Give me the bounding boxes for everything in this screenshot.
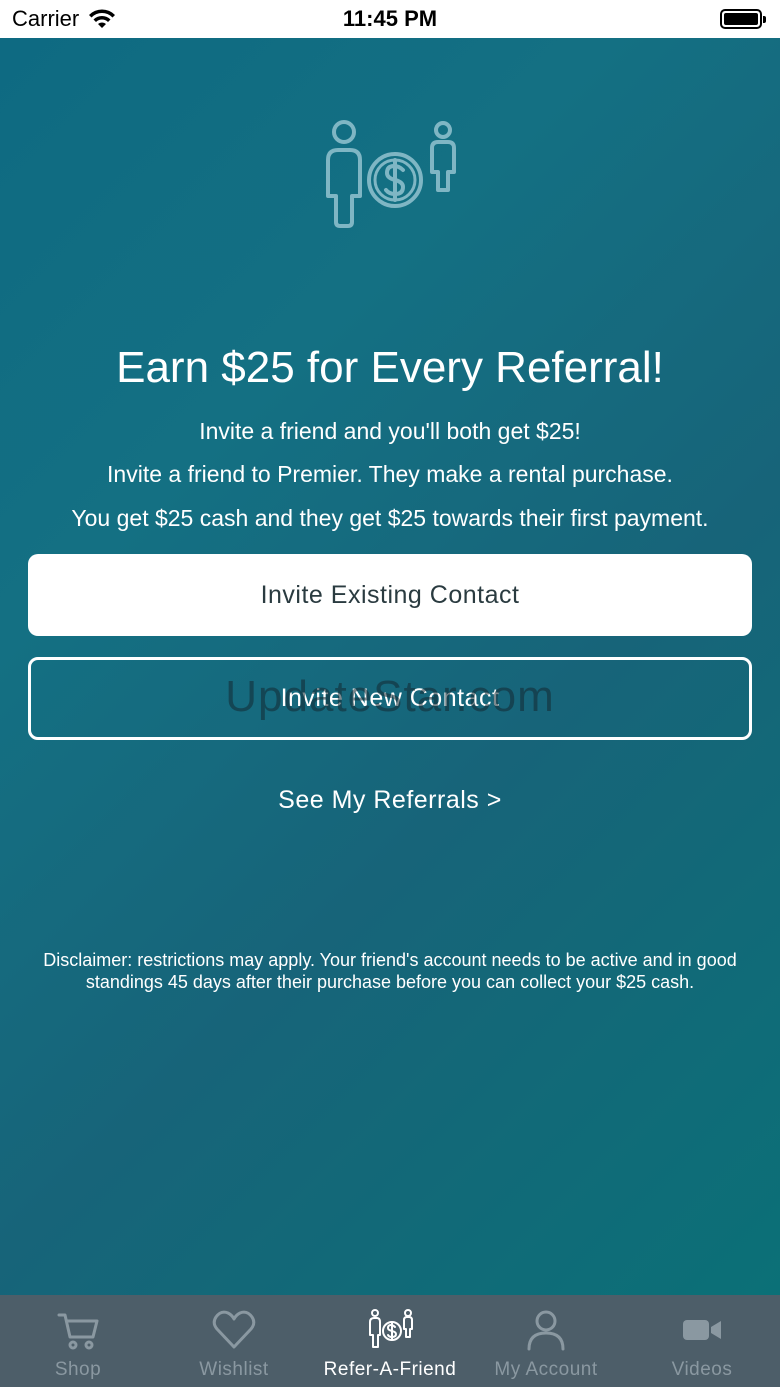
disclaimer-text: Disclaimer: restrictions may apply. Your… (43, 950, 737, 992)
carrier-label: Carrier (12, 6, 80, 31)
invite-new-contact-button[interactable]: Invite New Contact (28, 657, 752, 740)
tab-my-account[interactable]: My Account (468, 1295, 624, 1387)
video-camera-icon (683, 1320, 721, 1340)
see-my-referrals-link[interactable]: See My Referrals > (0, 786, 780, 815)
heart-icon (212, 1310, 256, 1349)
intro-line-3: You get $25 cash and they get $25 toward… (71, 505, 709, 531)
intro-line-1: Invite a friend and you'll both get $25! (199, 418, 581, 444)
tab-label: Shop (54, 1359, 102, 1380)
tab-label: Refer-A-Friend (323, 1359, 457, 1380)
refer-money-icon (326, 120, 456, 228)
refer-screen: Earn $25 for Every Referral! Invite a fr… (0, 38, 780, 1295)
tab-bar: Shop Wishlist Refer-A-Friend My Account (0, 1295, 780, 1387)
status-left: Carrier (12, 6, 117, 32)
cart-icon (57, 1313, 99, 1350)
headline: Earn $25 for Every Referral! (116, 343, 664, 392)
wifi-icon (89, 9, 116, 28)
person-icon (527, 1310, 565, 1351)
tab-refer-a-friend[interactable]: Refer-A-Friend (312, 1295, 468, 1387)
intro-line-2: Invite a friend to Premier. They make a … (107, 461, 673, 487)
refer-icon (369, 1309, 413, 1348)
tab-label: Videos (671, 1359, 733, 1380)
invite-existing-contact-button[interactable]: Invite Existing Contact (28, 554, 752, 636)
tab-label: My Account (494, 1359, 598, 1380)
tab-wishlist[interactable]: Wishlist (156, 1295, 312, 1387)
tab-label: Wishlist (199, 1359, 269, 1380)
battery-icon (720, 9, 766, 29)
tab-videos[interactable]: Videos (624, 1295, 780, 1387)
status-bar: Carrier 11:45 PM (0, 0, 780, 38)
tab-shop[interactable]: Shop (0, 1295, 156, 1387)
